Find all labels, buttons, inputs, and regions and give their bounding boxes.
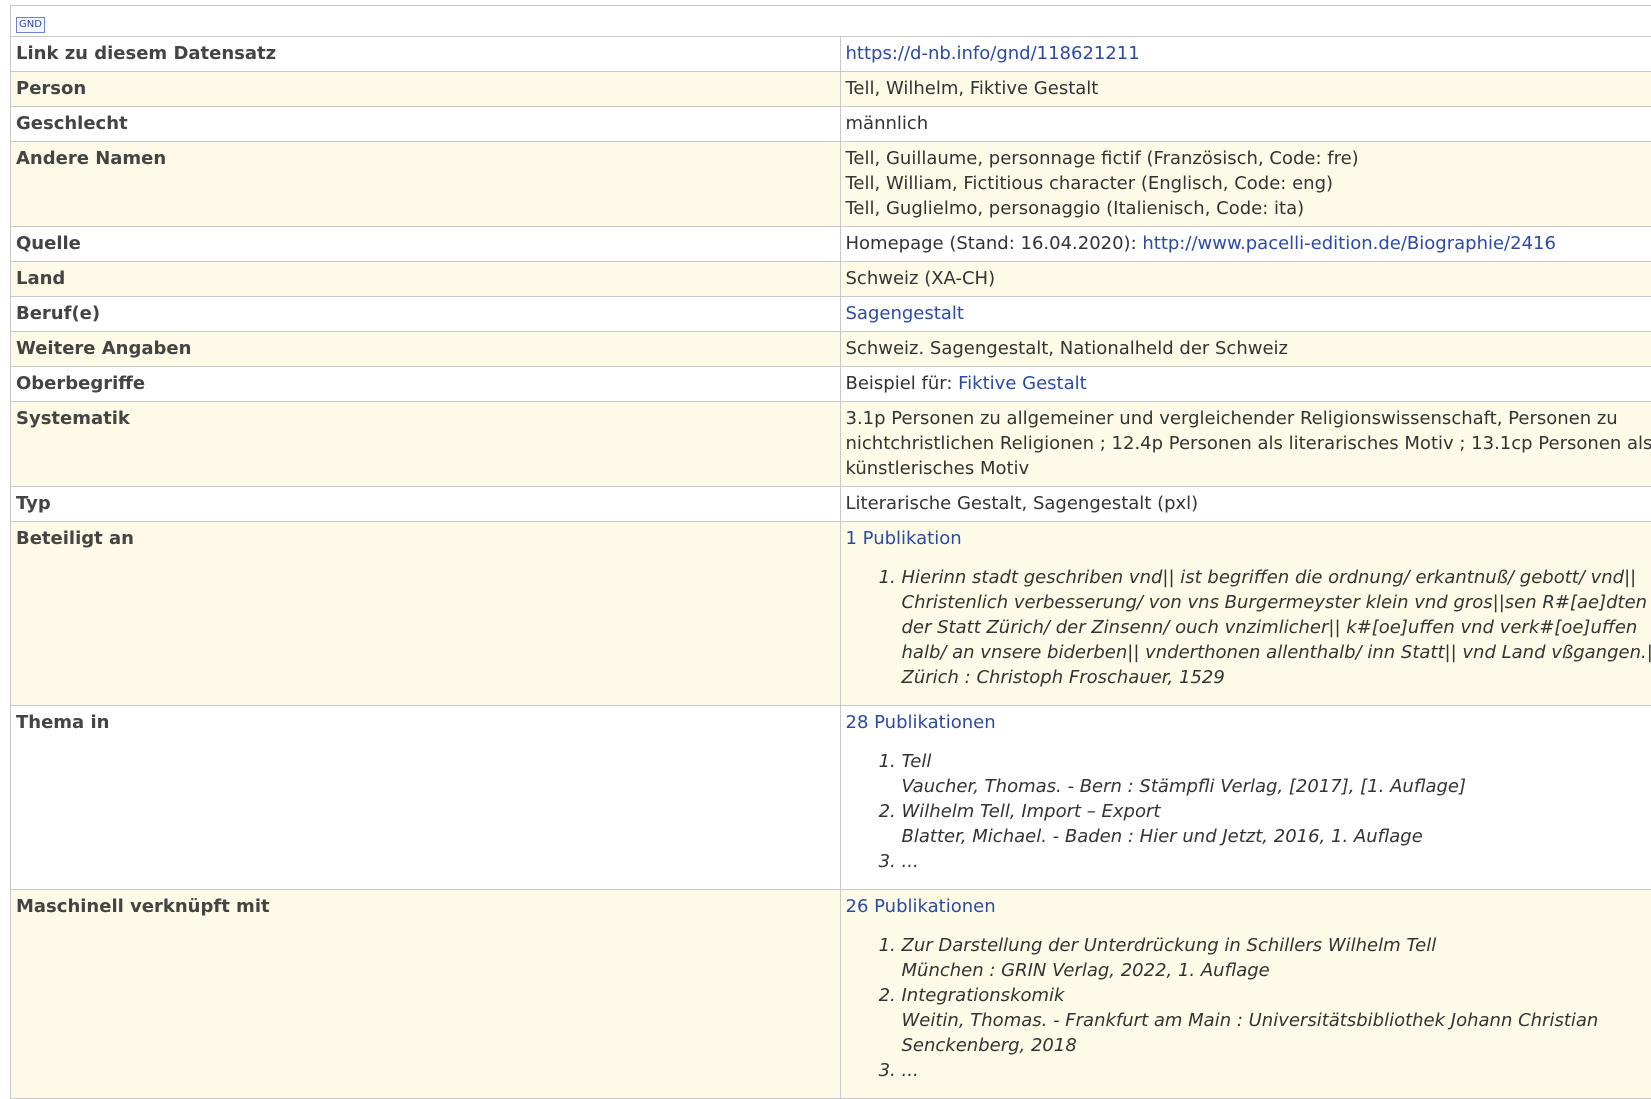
row-value: Schweiz (XA-CH) <box>840 262 1651 297</box>
publication-list: Tell Vaucher, Thomas. - Bern : Stämpfli … <box>846 749 1651 874</box>
row-value: Schweiz. Sagengestalt, Nationalheld der … <box>840 332 1651 367</box>
row-label: Link zu diesem Datensatz <box>11 37 841 72</box>
publication-title: Tell <box>902 751 932 772</box>
row-value: Sagengestalt <box>840 297 1651 332</box>
publication-title: Wilhelm Tell, Import – Export <box>902 801 1161 822</box>
record-permalink[interactable]: https://d-nb.info/gnd/118621211 <box>846 43 1140 64</box>
row-weitere-angaben: Weitere Angaben Schweiz. Sagengestalt, N… <box>11 332 1651 367</box>
row-label: Maschinell verknüpft mit <box>11 890 841 1099</box>
publication-list: Zur Darstellung der Unterdrückung in Sch… <box>846 933 1651 1083</box>
row-systematik: Systematik 3.1p Personen zu allgemeiner … <box>11 402 1651 487</box>
row-label: Andere Namen <box>11 142 841 227</box>
publication-title: Hierinn stadt geschriben vnd|| ist begri… <box>902 567 1651 663</box>
row-geschlecht: Geschlecht männlich <box>11 107 1651 142</box>
row-andere-namen: Andere Namen Tell, Guillaume, personnage… <box>11 142 1651 227</box>
row-value: Tell, Guillaume, personnage fictif (Fran… <box>840 142 1651 227</box>
row-label: Beteiligt an <box>11 522 841 706</box>
list-item[interactable]: Tell Vaucher, Thomas. - Bern : Stämpfli … <box>902 749 1651 799</box>
row-value: Homepage (Stand: 16.04.2020): http://www… <box>840 227 1651 262</box>
header-row: GND <box>11 6 1651 37</box>
publication-title: ... <box>902 1060 919 1081</box>
publication-title: Integrationskomik <box>902 985 1065 1006</box>
alt-name: Tell, Guillaume, personnage fictif (Fran… <box>846 146 1651 171</box>
row-label: Systematik <box>11 402 841 487</box>
list-item-more[interactable]: ... <box>902 849 1651 874</box>
row-label: Oberbegriffe <box>11 367 841 402</box>
publication-title: Zur Darstellung der Unterdrückung in Sch… <box>902 935 1437 956</box>
occupation-link[interactable]: Sagengestalt <box>846 303 964 324</box>
publication-count-link[interactable]: 26 Publikationen <box>846 894 996 919</box>
row-label: Weitere Angaben <box>11 332 841 367</box>
row-value: Literarische Gestalt, Sagengestalt (pxl) <box>840 487 1651 522</box>
row-person: Person Tell, Wilhelm, Fiktive Gestalt <box>11 72 1651 107</box>
row-thema-in: Thema in 28 Publikationen Tell Vaucher, … <box>11 706 1651 890</box>
row-value: 28 Publikationen Tell Vaucher, Thomas. -… <box>840 706 1651 890</box>
broader-prefix: Beispiel für: <box>846 373 959 394</box>
alt-name: Tell, William, Fictitious character (Eng… <box>846 171 1651 196</box>
row-value: https://d-nb.info/gnd/118621211 <box>840 37 1651 72</box>
row-label: Person <box>11 72 841 107</box>
row-label: Beruf(e) <box>11 297 841 332</box>
row-value: männlich <box>840 107 1651 142</box>
publication-count-link[interactable]: 28 Publikationen <box>846 710 996 735</box>
row-label: Land <box>11 262 841 297</box>
list-item[interactable]: Zur Darstellung der Unterdrückung in Sch… <box>902 933 1651 983</box>
list-item[interactable]: Hierinn stadt geschriben vnd|| ist begri… <box>902 565 1651 690</box>
row-beteiligt-an: Beteiligt an 1 Publikation Hierinn stadt… <box>11 522 1651 706</box>
row-quelle: Quelle Homepage (Stand: 16.04.2020): htt… <box>11 227 1651 262</box>
row-label: Quelle <box>11 227 841 262</box>
row-value: 3.1p Personen zu allgemeiner und verglei… <box>840 402 1651 487</box>
gnd-record: GND Link zu diesem Datensatz https://d-n… <box>10 5 1651 1099</box>
publication-title: ... <box>902 851 919 872</box>
row-land: Land Schweiz (XA-CH) <box>11 262 1651 297</box>
row-value: Tell, Wilhelm, Fiktive Gestalt <box>840 72 1651 107</box>
row-berufe: Beruf(e) Sagengestalt <box>11 297 1651 332</box>
row-typ: Typ Literarische Gestalt, Sagengestalt (… <box>11 487 1651 522</box>
row-label: Thema in <box>11 706 841 890</box>
publication-list: Hierinn stadt geschriben vnd|| ist begri… <box>846 565 1651 690</box>
publication-meta: Weitin, Thomas. - Frankfurt am Main : Un… <box>902 1008 1651 1058</box>
gnd-logo-icon[interactable]: GND <box>16 17 45 33</box>
header-cell: GND <box>11 6 1651 37</box>
publication-count-link[interactable]: 1 Publikation <box>846 526 962 551</box>
source-prefix: Homepage (Stand: 16.04.2020): <box>846 233 1143 254</box>
row-label: Typ <box>11 487 841 522</box>
record-table: GND Link zu diesem Datensatz https://d-n… <box>10 5 1651 1099</box>
list-item-more[interactable]: ... <box>902 1058 1651 1083</box>
row-value: Beispiel für: Fiktive Gestalt <box>840 367 1651 402</box>
row-oberbegriffe: Oberbegriffe Beispiel für: Fiktive Gesta… <box>11 367 1651 402</box>
row-maschinell-verknuepft: Maschinell verknüpft mit 26 Publikatione… <box>11 890 1651 1099</box>
row-value: 26 Publikationen Zur Darstellung der Unt… <box>840 890 1651 1099</box>
publication-meta: München : GRIN Verlag, 2022, 1. Auflage <box>902 958 1651 983</box>
row-link: Link zu diesem Datensatz https://d-nb.in… <box>11 37 1651 72</box>
source-link[interactable]: http://www.pacelli-edition.de/Biographie… <box>1142 233 1556 254</box>
alt-name: Tell, Guglielmo, personaggio (Italienisc… <box>846 196 1651 221</box>
row-label: Geschlecht <box>11 107 841 142</box>
publication-meta: Vaucher, Thomas. - Bern : Stämpfli Verla… <box>902 774 1651 799</box>
list-item[interactable]: Wilhelm Tell, Import – Export Blatter, M… <box>902 799 1651 849</box>
row-value: 1 Publikation Hierinn stadt geschriben v… <box>840 522 1651 706</box>
list-item[interactable]: Integrationskomik Weitin, Thomas. - Fran… <box>902 983 1651 1058</box>
publication-meta: Blatter, Michael. - Baden : Hier und Jet… <box>902 824 1651 849</box>
publication-meta: Zürich : Christoph Froschauer, 1529 <box>902 665 1651 690</box>
broader-term-link[interactable]: Fiktive Gestalt <box>958 373 1087 394</box>
